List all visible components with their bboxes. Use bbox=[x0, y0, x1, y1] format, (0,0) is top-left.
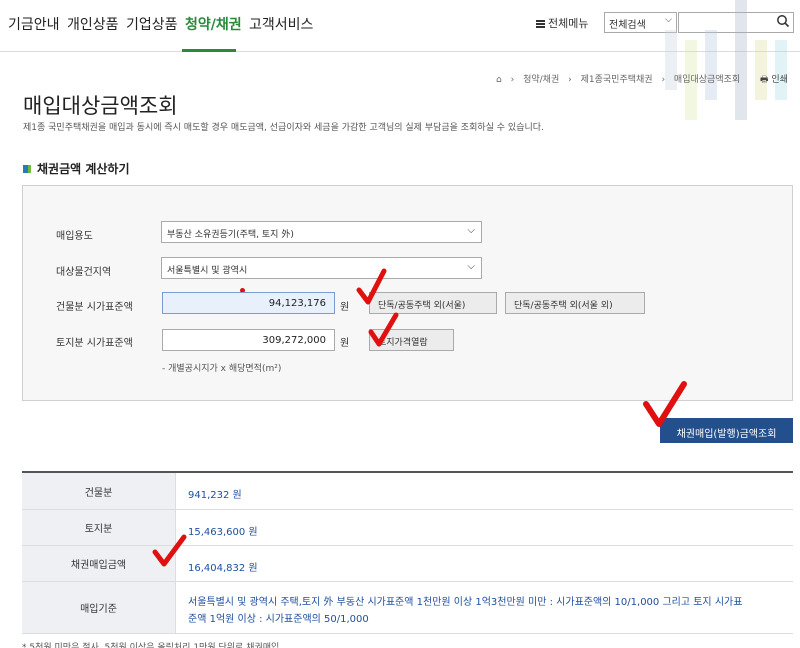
all-menu-label: 전체메뉴 bbox=[548, 17, 589, 30]
land-value-label: 토지분 시가표준액 bbox=[56, 338, 133, 349]
nav-item-fund-info[interactable]: 기금안내 bbox=[8, 14, 60, 34]
land-value-input[interactable]: 309,272,000 bbox=[162, 329, 335, 351]
home-icon[interactable]: ⌂ bbox=[496, 75, 502, 85]
chevron-down-icon: ⌵ bbox=[467, 225, 475, 236]
breadcrumb-separator: › bbox=[661, 75, 666, 85]
footnote: * 5천원 미만은 절사, 5천원 이상은 올림처리 1만원 단위로 채권매입 bbox=[22, 643, 280, 648]
breadcrumb-separator: › bbox=[568, 75, 572, 85]
nav-item-corporate[interactable]: 기업상품 bbox=[126, 14, 178, 34]
print-button[interactable]: 🖶 인쇄 bbox=[760, 72, 788, 88]
section-bullet-icon bbox=[23, 165, 31, 173]
red-check-mark-icon bbox=[152, 534, 187, 567]
table-row: 토지분 15,463,600 원 bbox=[22, 510, 793, 546]
nav-item-subscription-bond[interactable]: 청약/채권 bbox=[185, 14, 242, 34]
nav-item-customer-service[interactable]: 고객서비스 bbox=[249, 14, 313, 34]
row-header: 건물분 bbox=[22, 473, 176, 509]
nav-item-personal[interactable]: 개인상품 bbox=[67, 14, 119, 34]
house-outside-seoul-button[interactable]: 단독/공동주택 외(서울 외) bbox=[505, 292, 645, 314]
red-check-mark-icon bbox=[643, 381, 687, 427]
red-check-mark-icon bbox=[356, 268, 387, 305]
row-header: 매입기준 bbox=[22, 582, 176, 633]
purpose-label: 매입용도 bbox=[56, 231, 93, 242]
breadcrumb-separator: › bbox=[510, 75, 515, 85]
region-value: 서울특별시 및 광역시 bbox=[167, 266, 248, 276]
building-value-label: 건물분 시가표준액 bbox=[56, 302, 133, 313]
table-row: 채권매입금액 16,404,832 원 bbox=[22, 546, 793, 582]
hamburger-icon bbox=[536, 20, 545, 28]
building-result-value: 941,232 원 bbox=[188, 490, 242, 501]
search-scope-value: 전체검색 bbox=[609, 20, 646, 31]
unit-label: 원 bbox=[340, 338, 350, 349]
purpose-select[interactable]: 부동산 소유권등기(주택, 토지 外) ⌵ bbox=[161, 221, 482, 243]
chevron-down-icon: ⌵ bbox=[467, 261, 475, 272]
table-row: 건물분 941,232 원 bbox=[22, 473, 793, 510]
breadcrumb: ⌂ › 청약/채권 › 제1종국민주택채권 › 매입대상금액조회 bbox=[496, 72, 746, 85]
red-check-mark-icon bbox=[368, 312, 399, 347]
land-result-value: 15,463,600 원 bbox=[188, 527, 258, 538]
active-nav-underline bbox=[182, 49, 236, 52]
region-select[interactable]: 서울특별시 및 광역시 ⌵ bbox=[161, 257, 482, 279]
breadcrumb-item[interactable]: 제1종국민주택채권 bbox=[581, 75, 653, 85]
bond-amount-result-value: 16,404,832 원 bbox=[188, 563, 258, 574]
result-table: 건물분 941,232 원 토지분 15,463,600 원 채권매입금액 16… bbox=[22, 471, 793, 634]
land-hint: - 개별공시지가 x 해당면적(m²) bbox=[162, 364, 282, 374]
print-label: 인쇄 bbox=[771, 75, 788, 85]
region-label: 대상물건지역 bbox=[56, 267, 112, 278]
all-menu-button[interactable]: 전체메뉴 bbox=[536, 15, 588, 31]
search-icon[interactable] bbox=[776, 14, 790, 28]
chevron-down-icon: ⌵ bbox=[665, 15, 672, 25]
page-title: 매입대상금액조회 bbox=[23, 94, 178, 118]
section-title: 채권금액 계산하기 bbox=[23, 160, 130, 177]
section-title-text: 채권금액 계산하기 bbox=[37, 162, 130, 176]
table-row: 매입기준 서울특별시 및 광역시 주택,토지 外 부동산 시가표준액 1천만원 … bbox=[22, 582, 793, 634]
breadcrumb-item[interactable]: 청약/채권 bbox=[523, 75, 559, 85]
top-nav: 기금안내 개인상품 기업상품 청약/채권 고객서비스 전체메뉴 전체검색 ⌵ bbox=[0, 0, 800, 52]
unit-label: 원 bbox=[340, 302, 350, 313]
page-description: 제1종 국민주택채권을 매입과 동시에 즉시 매도할 경우 매도금액, 선급이자… bbox=[23, 123, 544, 133]
breadcrumb-item-current: 매입대상금액조회 bbox=[673, 75, 741, 85]
printer-icon: 🖶 bbox=[760, 75, 769, 85]
building-value-input[interactable]: 94,123,176 bbox=[162, 292, 335, 314]
house-seoul-button[interactable]: 단독/공동주택 외(서울) bbox=[369, 292, 497, 314]
purchase-criteria-value: 서울특별시 및 광역시 주택,토지 外 부동산 시가표준액 1천만원 이상 1억… bbox=[188, 594, 742, 628]
criteria-line-1: 서울특별시 및 광역시 주택,토지 外 부동산 시가표준액 1천만원 이상 1억… bbox=[188, 597, 743, 608]
criteria-line-2: 준액 1억원 이상 : 시가표준액의 50/1,000 bbox=[188, 614, 369, 625]
purpose-value: 부동산 소유권등기(주택, 토지 外) bbox=[167, 230, 294, 240]
